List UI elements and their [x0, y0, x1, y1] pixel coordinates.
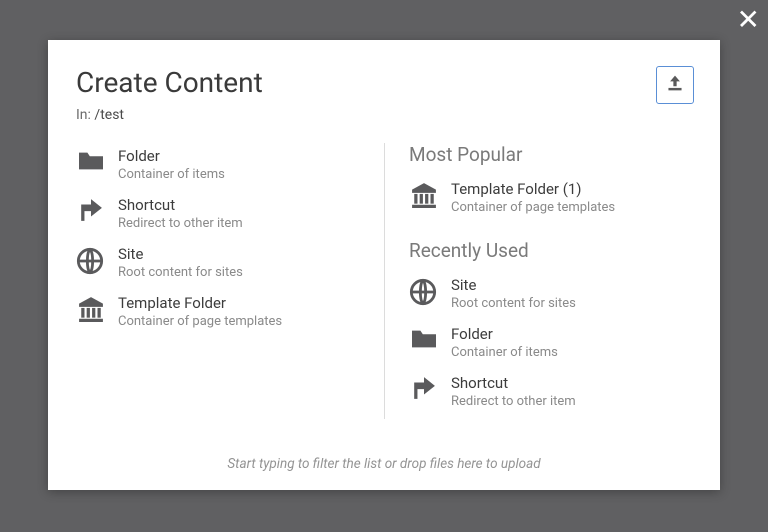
filter-hint: Start typing to filter the list or drop …: [48, 456, 720, 472]
item-desc: Redirect to other item: [118, 216, 243, 231]
item-label: Shortcut: [451, 374, 576, 392]
most-popular-heading: Most Popular: [409, 143, 692, 166]
template-folder-icon: [409, 180, 451, 208]
folder-icon: [409, 325, 451, 351]
upload-button[interactable]: [656, 66, 694, 104]
path-value: /test: [94, 107, 124, 123]
template-folder-icon: [76, 294, 118, 322]
location-path: In: /test: [76, 107, 692, 123]
content-type-site[interactable]: Site Root content for sites: [76, 241, 372, 290]
content-type-template-folder[interactable]: Template Folder Container of page templa…: [76, 290, 372, 339]
recent-item-site[interactable]: Site Root content for sites: [409, 272, 692, 321]
content-type-shortcut[interactable]: Shortcut Redirect to other item: [76, 192, 372, 241]
item-label: Template Folder (1): [451, 180, 615, 198]
item-desc: Container of items: [118, 167, 225, 182]
item-label: Site: [118, 245, 243, 263]
item-label: Folder: [451, 325, 558, 343]
upload-icon: [665, 74, 685, 96]
recent-item-shortcut[interactable]: Shortcut Redirect to other item: [409, 370, 692, 419]
item-desc: Container of page templates: [451, 200, 615, 215]
item-label: Folder: [118, 147, 225, 165]
shortcut-icon: [409, 374, 451, 400]
item-desc: Container of page templates: [118, 314, 282, 329]
close-icon: ✕: [737, 3, 760, 36]
suggestions-panel: Most Popular Template Folder (1) Contain…: [384, 143, 692, 419]
recently-used-heading: Recently Used: [409, 239, 692, 262]
dialog-title: Create Content: [76, 66, 692, 99]
popular-item-template-folder[interactable]: Template Folder (1) Container of page te…: [409, 176, 692, 225]
item-label: Template Folder: [118, 294, 282, 312]
path-prefix: In:: [76, 107, 91, 123]
item-desc: Container of items: [451, 345, 558, 360]
globe-icon: [409, 276, 451, 306]
item-label: Site: [451, 276, 576, 294]
create-content-dialog: Create Content In: /test Folder Containe…: [48, 40, 720, 490]
shortcut-icon: [76, 196, 118, 222]
folder-icon: [76, 147, 118, 173]
content-type-list: Folder Container of items Shortcut Redir…: [76, 143, 384, 419]
close-button[interactable]: ✕: [737, 6, 760, 34]
content-type-folder[interactable]: Folder Container of items: [76, 143, 372, 192]
globe-icon: [76, 245, 118, 275]
item-desc: Root content for sites: [118, 265, 243, 280]
item-label: Shortcut: [118, 196, 243, 214]
item-desc: Redirect to other item: [451, 394, 576, 409]
item-desc: Root content for sites: [451, 296, 576, 311]
recent-item-folder[interactable]: Folder Container of items: [409, 321, 692, 370]
